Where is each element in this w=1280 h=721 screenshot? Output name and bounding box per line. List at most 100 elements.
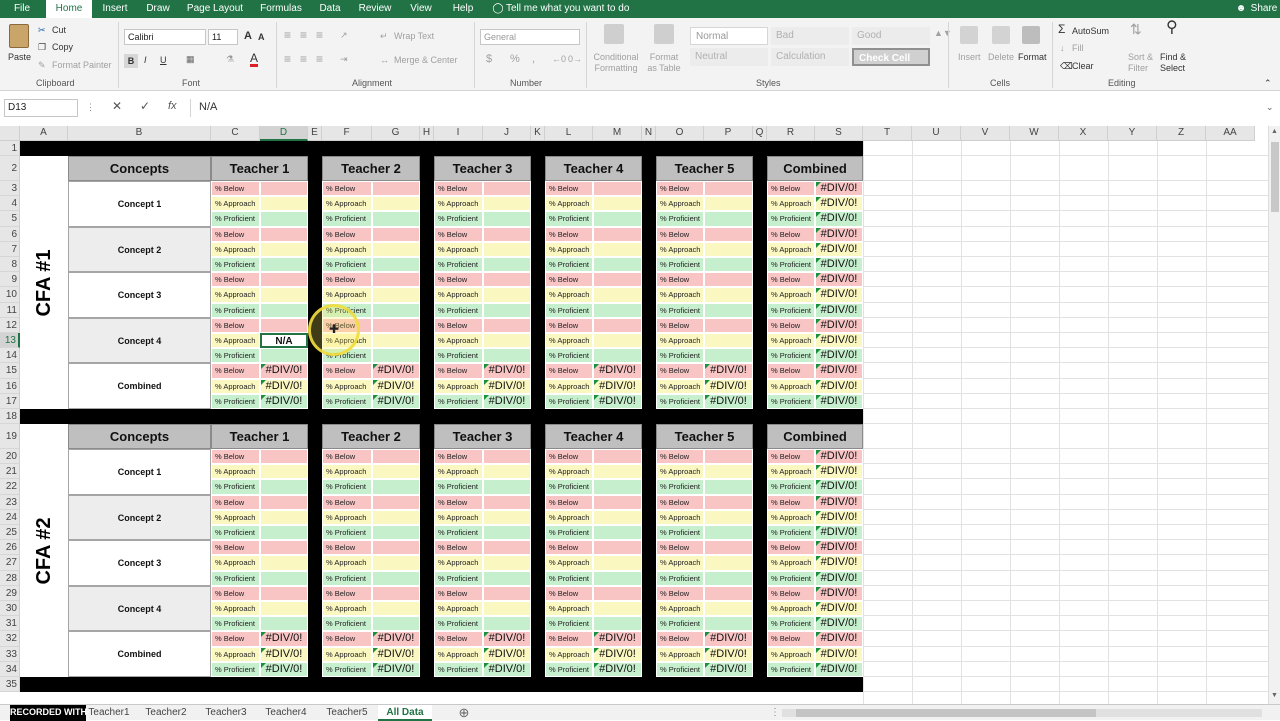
value-cell[interactable] xyxy=(483,241,531,257)
value-cell[interactable]: #DIV/0! xyxy=(815,540,863,556)
value-cell[interactable]: #DIV/0! xyxy=(815,378,863,394)
level-label-below[interactable]: % Below xyxy=(767,363,815,379)
column-header-p[interactable]: P xyxy=(704,126,753,141)
row-header-11[interactable]: 11 xyxy=(0,302,20,318)
level-label-approach[interactable]: % Approach xyxy=(545,555,593,571)
add-sheet-icon[interactable]: ⊕ xyxy=(456,705,472,721)
value-cell[interactable] xyxy=(593,302,642,318)
value-cell[interactable] xyxy=(593,570,642,586)
cancel-entry-button[interactable]: ✕ xyxy=(112,100,122,112)
row-header-1[interactable]: 1 xyxy=(0,141,20,156)
level-label-proficient[interactable]: % Proficient xyxy=(211,479,260,495)
level-label-proficient[interactable]: % Proficient xyxy=(322,570,372,586)
row-header-18[interactable]: 18 xyxy=(0,409,20,424)
value-cell[interactable] xyxy=(372,585,420,601)
row-header-8[interactable]: 8 xyxy=(0,257,20,273)
align-left-icon[interactable]: ≡ xyxy=(284,53,291,65)
value-cell[interactable]: #DIV/0! xyxy=(815,509,863,525)
row-header-14[interactable]: 14 xyxy=(0,348,20,364)
level-label-approach[interactable]: % Approach xyxy=(322,646,372,662)
level-label-below[interactable]: % Below xyxy=(322,363,372,379)
value-cell[interactable] xyxy=(260,464,308,480)
row-header-13[interactable]: 13 xyxy=(0,333,20,349)
share-button[interactable]: Share xyxy=(1250,0,1278,18)
row-header-5[interactable]: 5 xyxy=(0,211,20,227)
level-label-approach[interactable]: % Approach xyxy=(322,241,372,257)
level-label-approach[interactable]: % Approach xyxy=(656,378,704,394)
value-cell[interactable]: #DIV/0! xyxy=(593,631,642,647)
value-cell[interactable] xyxy=(372,226,420,242)
value-cell[interactable]: #DIV/0! xyxy=(483,631,531,647)
value-cell[interactable] xyxy=(483,257,531,273)
value-cell[interactable] xyxy=(593,464,642,480)
level-label-approach[interactable]: % Approach xyxy=(656,333,704,349)
find-select-icon[interactable]: ⚲ xyxy=(1166,20,1178,36)
row-header-7[interactable]: 7 xyxy=(0,241,20,257)
value-cell[interactable]: #DIV/0! xyxy=(815,272,863,288)
level-label-below[interactable]: % Below xyxy=(767,449,815,465)
row-header-34[interactable]: 34 xyxy=(0,661,20,677)
level-label-below[interactable]: % Below xyxy=(545,363,593,379)
value-cell[interactable] xyxy=(372,348,420,364)
level-label-proficient[interactable]: % Proficient xyxy=(434,661,483,677)
value-cell[interactable] xyxy=(372,302,420,318)
value-cell[interactable] xyxy=(372,494,420,510)
value-cell[interactable]: #DIV/0! xyxy=(260,646,308,662)
level-label-proficient[interactable]: % Proficient xyxy=(322,661,372,677)
level-label-proficient[interactable]: % Proficient xyxy=(656,479,704,495)
value-cell[interactable] xyxy=(372,211,420,227)
value-cell[interactable]: #DIV/0! xyxy=(815,570,863,586)
level-label-proficient[interactable]: % Proficient xyxy=(545,302,593,318)
value-cell[interactable] xyxy=(372,509,420,525)
value-cell[interactable] xyxy=(483,272,531,288)
align-bottom-icon[interactable]: ≡ xyxy=(316,29,323,41)
column-header-k[interactable]: K xyxy=(531,126,545,141)
level-label-below[interactable]: % Below xyxy=(767,226,815,242)
value-cell[interactable] xyxy=(372,555,420,571)
value-cell[interactable] xyxy=(260,525,308,541)
value-cell[interactable]: #DIV/0! xyxy=(260,393,308,409)
insert-cells-button[interactable]: Insert xyxy=(958,52,981,63)
level-label-approach[interactable]: % Approach xyxy=(545,646,593,662)
value-cell[interactable] xyxy=(593,181,642,197)
value-cell[interactable]: #DIV/0! xyxy=(815,348,863,364)
value-cell[interactable]: #DIV/0! xyxy=(815,287,863,303)
sheet-tab-teacher3[interactable]: Teacher3 xyxy=(200,705,252,721)
value-cell[interactable] xyxy=(483,525,531,541)
level-label-proficient[interactable]: % Proficient xyxy=(767,661,815,677)
level-label-below[interactable]: % Below xyxy=(434,363,483,379)
row-header-21[interactable]: 21 xyxy=(0,464,20,480)
level-label-below[interactable]: % Below xyxy=(211,226,260,242)
orientation-icon[interactable]: ↗ xyxy=(340,30,348,41)
level-label-approach[interactable]: % Approach xyxy=(656,646,704,662)
value-cell[interactable] xyxy=(483,302,531,318)
level-label-below[interactable]: % Below xyxy=(656,317,704,333)
column-header-f[interactable]: F xyxy=(322,126,372,141)
level-label-below[interactable]: % Below xyxy=(322,631,372,647)
value-cell[interactable]: #DIV/0! xyxy=(815,363,863,379)
value-cell[interactable] xyxy=(704,449,753,465)
level-label-below[interactable]: % Below xyxy=(434,226,483,242)
value-cell[interactable]: #DIV/0! xyxy=(372,646,420,662)
value-cell[interactable]: #DIV/0! xyxy=(815,585,863,601)
value-cell[interactable] xyxy=(372,272,420,288)
value-cell[interactable] xyxy=(260,348,308,364)
level-label-proficient[interactable]: % Proficient xyxy=(211,348,260,364)
level-label-proficient[interactable]: % Proficient xyxy=(211,393,260,409)
level-label-proficient[interactable]: % Proficient xyxy=(656,570,704,586)
column-header-z[interactable]: Z xyxy=(1157,126,1206,141)
column-header-m[interactable]: M xyxy=(593,126,642,141)
value-cell[interactable]: #DIV/0! xyxy=(815,616,863,632)
level-label-approach[interactable]: % Approach xyxy=(767,287,815,303)
row-header-2[interactable]: 2 xyxy=(0,156,20,181)
value-cell[interactable] xyxy=(372,181,420,197)
level-label-below[interactable]: % Below xyxy=(322,181,372,197)
tab-data[interactable]: Data xyxy=(314,0,346,18)
value-cell[interactable] xyxy=(260,196,308,212)
value-cell[interactable] xyxy=(704,196,753,212)
level-label-approach[interactable]: % Approach xyxy=(434,196,483,212)
level-label-proficient[interactable]: % Proficient xyxy=(211,257,260,273)
value-cell[interactable] xyxy=(260,241,308,257)
level-label-below[interactable]: % Below xyxy=(545,272,593,288)
column-header-b[interactable]: B xyxy=(68,126,211,141)
